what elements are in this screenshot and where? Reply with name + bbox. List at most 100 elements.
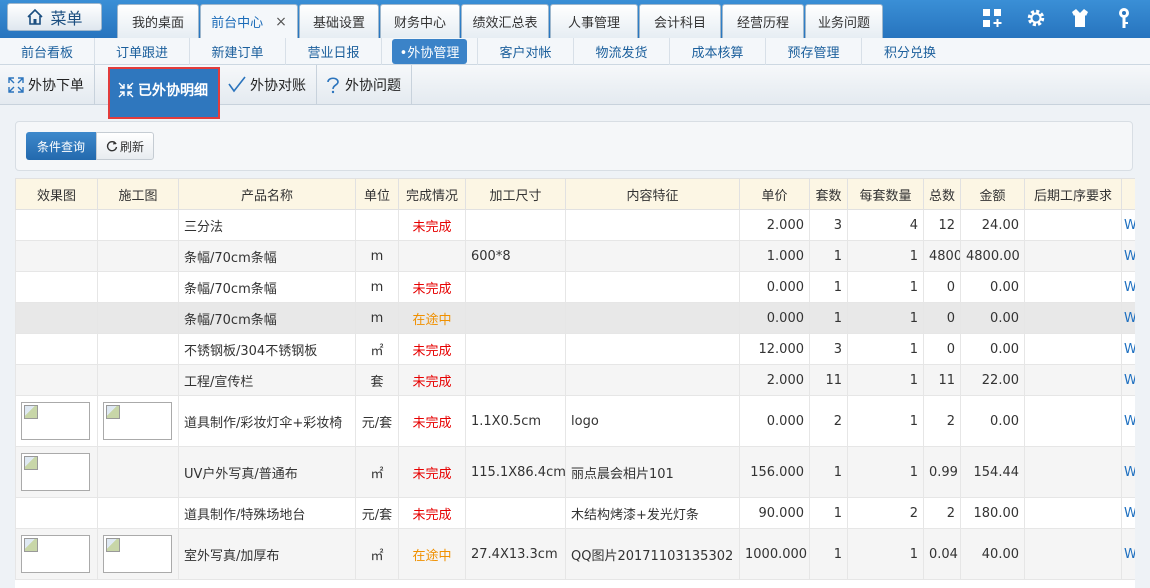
image-cell: [15, 446, 98, 498]
price-cell: 2.000: [739, 209, 810, 241]
subnav-order-followup[interactable]: 订单跟进: [95, 37, 190, 65]
unit-cell: [355, 209, 399, 241]
subnav-label: 新建订单: [211, 45, 264, 61]
effect-image[interactable]: [21, 453, 90, 491]
content-cell: logo: [565, 395, 740, 447]
gear-icon[interactable]: [1024, 6, 1048, 30]
table-row[interactable]: UV户外写真/普通布㎡未完成 115.1X86.4cm 丽点晨会相片101 156.0…: [15, 446, 1135, 498]
tab-label: 我的桌面: [131, 16, 184, 31]
subnav-cost-accounting[interactable]: 成本核算: [670, 37, 766, 65]
subnav-outsource-mgmt[interactable]: •外协管理: [382, 37, 478, 65]
table-row[interactable]: 条幅/70cm条幅m在途中0.0001100.00W: [15, 302, 1135, 334]
status-cell: [398, 240, 466, 272]
row-link[interactable]: W: [1121, 528, 1135, 580]
amount-cell: 0.00: [960, 302, 1025, 334]
menu-button[interactable]: 菜单: [7, 3, 102, 31]
outsource-reconcile-tab[interactable]: 外协对账: [220, 65, 317, 105]
construction-image[interactable]: [103, 535, 172, 573]
subnav-new-order[interactable]: 新建订单: [190, 37, 286, 65]
col-header: 效果图: [15, 178, 98, 210]
row-link[interactable]: W: [1121, 497, 1135, 529]
status-cell: 未完成: [398, 209, 466, 241]
table-row[interactable]: 道具制作/彩妆灯伞+彩妆椅 元/套 未完成 1.1X0.5cm logo 0.000 2 1 2…: [15, 395, 1135, 447]
shirt-icon[interactable]: [1068, 6, 1092, 30]
total-cell: 11: [923, 364, 961, 396]
key-icon[interactable]: [1112, 6, 1136, 30]
tab-business-issues[interactable]: 业务问题: [805, 4, 883, 38]
subnav-front-board[interactable]: 前台看板: [0, 37, 95, 65]
outsource-detail-tab[interactable]: 已外协明细: [108, 67, 220, 119]
table-row[interactable]: 道具制作/特殊场地台 元/套 未完成 木结构烤漆+发光灯条 90.000 1 2 2 180.0…: [15, 497, 1135, 529]
status-cell: 未完成: [398, 497, 466, 529]
subnav-prepaid[interactable]: 预存管理: [766, 37, 862, 65]
row-link[interactable]: W: [1121, 395, 1135, 447]
row-link[interactable]: W: [1121, 271, 1135, 303]
image-cell: [15, 497, 98, 529]
content-cell: [565, 240, 740, 272]
table-row[interactable]: 条幅/70cm条幅m600*81.0001148004800.00W: [15, 240, 1135, 272]
product-name-cell: 工程/宣传栏: [178, 364, 356, 396]
check-icon: [228, 76, 246, 93]
outsource-order-tab[interactable]: 外协下单: [0, 65, 95, 105]
effect-image[interactable]: [21, 402, 90, 440]
subnav-logistics[interactable]: 物流发货: [574, 37, 670, 65]
image-cell: [97, 364, 179, 396]
image-cell: [97, 395, 179, 447]
tab-history[interactable]: 经营历程: [722, 4, 804, 38]
table-row[interactable]: 工程/宣传栏套未完成2.0001111122.00W: [15, 364, 1135, 396]
table-row[interactable]: 三分法 未完成 2.000341224.00 W: [15, 209, 1135, 241]
sets-cell: 2: [809, 395, 848, 447]
outsource-issues-tab[interactable]: 外协问题: [317, 65, 412, 105]
tab-label: 外协下单: [28, 78, 84, 94]
row-link[interactable]: W: [1121, 364, 1135, 396]
product-name-cell: 条幅/70cm条幅: [178, 302, 356, 334]
content-cell: [565, 364, 740, 396]
row-link[interactable]: W: [1121, 302, 1135, 334]
subnav-points[interactable]: 积分兑换: [862, 38, 958, 65]
tab-basic-settings[interactable]: 基础设置: [299, 4, 379, 38]
table-row[interactable]: 条幅/70cm条幅m未完成0.0001100.00W: [15, 271, 1135, 303]
subnav-label: 积分兑换: [883, 45, 936, 61]
table-row[interactable]: 不锈钢板/304不锈钢板㎡未完成 12.0003100.00 W: [15, 333, 1135, 365]
tab-finance-center[interactable]: 财务中心: [380, 4, 460, 38]
price-cell: 0.000: [739, 271, 810, 303]
unit-cell: 元/套: [355, 497, 399, 529]
size-cell: [465, 333, 566, 365]
tab-label: 绩效汇总表: [472, 16, 538, 31]
subnav-daily-report[interactable]: 营业日报: [286, 37, 382, 65]
tab-performance[interactable]: 绩效汇总表: [461, 4, 549, 38]
main-tabs: 我的桌面 前台中心 × 基础设置 财务中心 绩效汇总表 人事管理 会计科目 经营历…: [117, 4, 884, 38]
product-name-cell: 条幅/70cm条幅: [178, 271, 356, 303]
col-header: 套数: [809, 178, 848, 210]
row-link[interactable]: W: [1121, 209, 1135, 241]
per-set-qty-cell: 1: [847, 364, 924, 396]
tab-desktop[interactable]: 我的桌面: [117, 4, 199, 38]
row-link[interactable]: W: [1121, 333, 1135, 365]
row-link[interactable]: W: [1121, 446, 1135, 498]
tab-front-center[interactable]: 前台中心 ×: [200, 4, 298, 38]
subnav-label: 客户对帐: [499, 45, 552, 61]
total-cell: 0: [923, 302, 961, 334]
status-cell: 未完成: [398, 364, 466, 396]
subnav-label: 前台看板: [20, 45, 73, 61]
subnav-customer-reconcile[interactable]: 客户对帐: [478, 37, 574, 65]
product-name-cell: 条幅/70cm条幅: [178, 240, 356, 272]
content-cell: [565, 302, 740, 334]
size-cell: [465, 302, 566, 334]
tab-hr[interactable]: 人事管理: [550, 4, 638, 38]
row-link[interactable]: W: [1121, 240, 1135, 272]
tab-accounting[interactable]: 会计科目: [639, 4, 721, 38]
construction-image[interactable]: [103, 402, 172, 440]
col-header: 每套数量: [847, 178, 924, 210]
grid-plus-icon[interactable]: [980, 6, 1004, 30]
image-cell: [15, 528, 98, 580]
product-name-cell: 室外写真/加厚布: [178, 528, 356, 580]
effect-image[interactable]: [21, 535, 90, 573]
close-icon[interactable]: ×: [275, 14, 287, 30]
content-cell: [565, 271, 740, 303]
refresh-button[interactable]: 刷新: [96, 132, 154, 160]
col-header: 完成情况: [398, 178, 466, 210]
table-row[interactable]: 室外写真/加厚布㎡在途中 27.4X13.3cm QQ图片2017110313530…: [15, 528, 1135, 580]
col-header: 加工尺寸: [465, 178, 566, 210]
condition-query-button[interactable]: 条件查询: [26, 132, 96, 160]
